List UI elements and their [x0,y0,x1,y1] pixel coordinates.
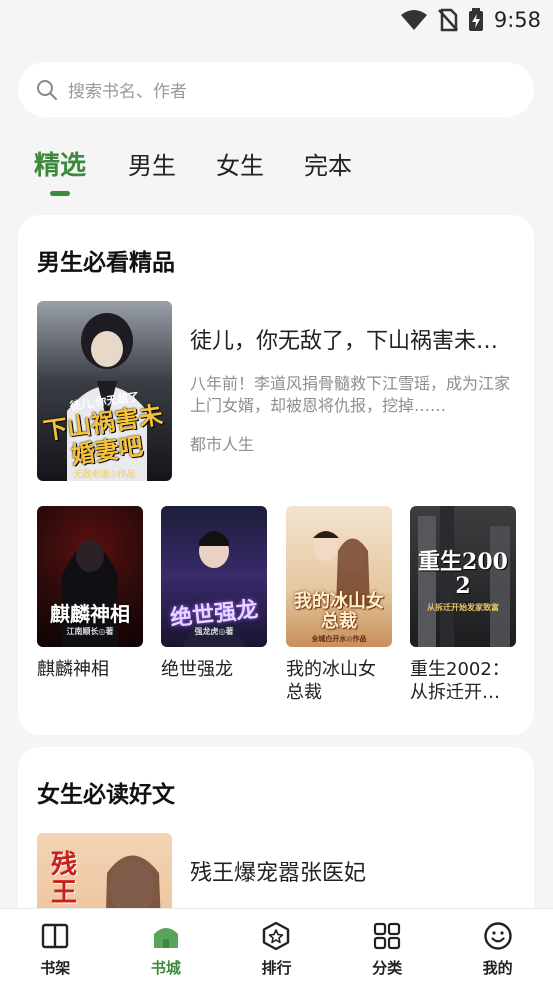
book-title: 徒儿，你无敌了，下山祸害未婚妻吧 [190,329,517,354]
cover-author: 江南顺长◎著 [66,626,114,636]
wifi-icon [400,10,427,30]
nav-label: 书城 [150,959,181,977]
home-icon [153,928,178,948]
active-tab-indicator [50,191,70,196]
cover-title: 残王 [50,850,77,908]
tab-label: 男生 [128,152,177,180]
category-tabs: 精选 男生 女生 完本 [34,146,392,196]
cover-title: 麒麟神相 [50,602,130,626]
tab-featured[interactable]: 精选 [34,146,87,196]
cover-author: 全城白开水◎作品 [311,634,367,643]
smiley-icon [483,922,512,950]
book-cover: 我的冰山女总裁 全城白开水◎作品 [286,506,392,647]
grid-icon [373,922,401,950]
cover-title: 重生2002 [418,549,508,599]
book-title: 我的冰山女总裁 [286,659,376,703]
book-title: 残王爆宠嚣张医妃 [190,861,367,886]
nav-label: 排行 [261,959,292,977]
nav-label: 分类 [372,959,403,977]
nav-bookshelf[interactable]: 书架 [0,909,111,983]
battery-charging-icon [468,8,483,31]
book-cover: 绝世强龙 强龙虎◎著 [161,506,267,647]
star-hexagon-icon [263,921,290,951]
no-sim-icon [437,8,458,32]
search-placeholder: 搜索书名、作者 [68,82,187,102]
tab-label: 精选 [34,151,87,181]
search-bar[interactable]: 搜索书名、作者 [18,62,534,117]
nav-label: 我的 [482,959,513,977]
section-card-male: 男生必看精品 徒儿,你无敌了 下山祸害未婚妻吧 无敌老道◎作品 徒儿，你无敌了，… [18,215,534,735]
nav-profile[interactable]: 我的 [442,909,553,983]
book-description: 八年前！李道风捐骨髓救下江雪瑶，成为江家上门女婿，却被恩将仇报，挖掉…… [190,374,511,415]
nav-label: 书架 [40,959,71,977]
book-category: 都市人生 [190,435,255,454]
bottom-navigation: 书架 书城 排行 分类 我的 [0,908,553,983]
cover-author: 强龙虎◎著 [194,626,234,636]
cover-subtitle: 从拆迁开始发家致富 [427,602,499,612]
search-icon [37,79,57,100]
nav-ranking[interactable]: 排行 [221,909,332,983]
book-cover: 徒儿,你无敌了 下山祸害未婚妻吧 无敌老道◎作品 [37,301,172,481]
tab-completed[interactable]: 完本 [304,146,352,190]
book-title: 绝世强龙 [161,659,233,680]
nav-category[interactable]: 分类 [332,909,443,983]
section-title: 男生必看精品 [37,250,175,276]
featured-info: 残王爆宠嚣张医妃 [190,855,517,887]
book-cover: 重生2002 从拆迁开始发家致富 [410,506,516,647]
book-cover: 麒麟神相 江南顺长◎著 [37,506,143,647]
cover-title: 我的冰山女总裁 [294,591,384,632]
book-title: 重生2002：从拆迁开始发家致富 [410,659,510,703]
tab-female[interactable]: 女生 [216,146,264,190]
tab-label: 完本 [304,152,353,180]
tab-male[interactable]: 男生 [128,146,176,190]
featured-info: 徒儿，你无敌了，下山祸害未婚妻吧 八年前！李道风捐骨髓救下江雪瑶，成为江家上门女… [190,323,517,455]
status-bar: 9:58 [0,0,553,40]
featured-book[interactable]: 徒儿,你无敌了 下山祸害未婚妻吧 无敌老道◎作品 徒儿，你无敌了，下山祸害未婚妻… [37,301,517,483]
section-title: 女生必读好文 [37,782,175,808]
status-time: 9:58 [493,8,541,32]
tab-label: 女生 [216,152,265,180]
nav-bookstore[interactable]: 书城 [111,909,222,983]
book-title: 麒麟神相 [37,659,109,680]
book-icon [42,923,69,949]
cover-author: 无敌老道◎作品 [73,470,136,480]
